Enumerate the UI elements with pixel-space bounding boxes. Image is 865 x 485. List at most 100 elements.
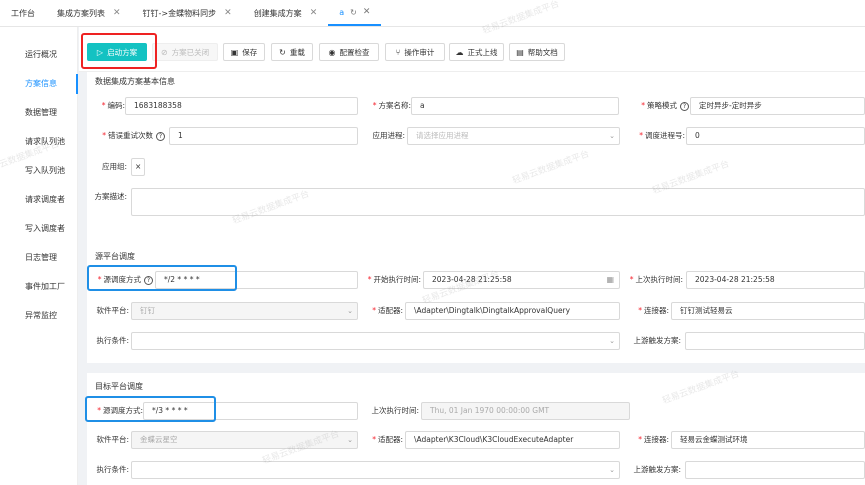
tab-label: 钉钉->金蝶物料同步 <box>142 8 217 18</box>
app-process-select[interactable]: 请选择应用进程 ⌄ <box>407 127 620 145</box>
condition-label: 执行条件: <box>96 336 129 345</box>
sched-process-label: * 调度进程号: <box>639 131 685 140</box>
target-last-time-label: 上次执行时间: <box>371 406 419 415</box>
description-textarea[interactable] <box>131 188 865 216</box>
chevron-down-icon: ⌄ <box>347 436 353 444</box>
app-group-label: 应用组: <box>101 162 127 171</box>
target-platform-section: 目标平台调度 * 源调度方式: */3 * * * * 上次执行时间: Thu, … <box>85 373 865 485</box>
help-icon: ? <box>156 131 165 141</box>
app-group-clear[interactable]: × <box>131 158 145 176</box>
strategy-label: * 策略模式? <box>625 97 689 115</box>
tab-bar: 工作台 集成方案列表 ✕ 钉钉->金蝶物料同步 ✕ 创建集成方案 ✕ a ↻ ✕ <box>0 0 865 27</box>
tab-label: 集成方案列表 <box>57 8 105 18</box>
close-icon[interactable]: ✕ <box>224 8 232 18</box>
close-icon[interactable]: ✕ <box>363 7 371 17</box>
retry-label: * 错误重试次数? <box>89 127 165 145</box>
reload-button[interactable]: ↻ 重载 <box>271 43 313 61</box>
calendar-icon: ▦ <box>606 275 614 284</box>
last-time-label: * 上次执行时间: <box>629 275 683 284</box>
sidebar-item-request-queue[interactable]: 请求队列池 <box>0 132 78 152</box>
tab-label: a <box>339 7 345 17</box>
chevron-down-icon: ⌄ <box>609 132 615 140</box>
connector-label: * 连接器: <box>638 435 669 444</box>
platform-label: 软件平台: <box>96 306 129 315</box>
tab-dingtalk-sync[interactable]: 钉钉->金蝶物料同步 ✕ <box>132 0 243 26</box>
audit-button[interactable]: ⑂ 操作审计 <box>385 43 445 61</box>
adapter-label: * 适配器: <box>372 306 403 315</box>
cloud-icon: ☁ <box>455 47 464 57</box>
strategy-field[interactable]: 定时异步-定时异步 <box>690 97 865 115</box>
tab-label: 工作台 <box>11 8 35 18</box>
reload-icon: ↻ <box>279 47 286 57</box>
save-button[interactable]: ▣ 保存 <box>223 43 265 61</box>
chevron-down-icon: ⌄ <box>347 307 353 315</box>
section-title: 数据集成方案基本信息 <box>95 77 175 86</box>
upstream-field[interactable] <box>685 461 865 479</box>
source-platform-section: 源平台调度 * 源调度方式? */2 * * * * * 开始执行时间: 2023-… <box>87 241 865 363</box>
close-icon[interactable]: ✕ <box>310 8 318 18</box>
eye-icon: ◉ <box>328 47 336 57</box>
condition-select[interactable]: ⌄ <box>131 461 620 479</box>
code-field[interactable]: 1683188358 <box>125 97 358 115</box>
tab-plan-list[interactable]: 集成方案列表 ✕ <box>46 0 132 26</box>
platform-select[interactable]: 钉钉 ⌄ <box>131 302 358 320</box>
close-icon: × <box>135 162 142 171</box>
connector-field[interactable]: 钉钉测试轻易云 <box>671 302 865 320</box>
save-icon: ▣ <box>230 47 239 57</box>
stop-icon: ⊘ <box>160 47 168 57</box>
last-time-field[interactable]: 2023-04-28 21:25:58 <box>686 271 865 289</box>
start-button-highlight <box>81 33 157 69</box>
close-icon[interactable]: ✕ <box>113 8 121 18</box>
retry-field[interactable]: 1 <box>169 127 358 145</box>
sidebar-item-exception-monitor[interactable]: 异常监控 <box>0 306 78 326</box>
platform-label: 软件平台: <box>96 435 129 444</box>
refresh-icon[interactable]: ↻ <box>350 8 357 17</box>
section-title: 源平台调度 <box>95 252 135 261</box>
start-time-field[interactable]: 2023-04-28 21:25:58 ▦ <box>423 271 620 289</box>
sidebar-item-write-queue[interactable]: 写入队列池 <box>0 161 78 181</box>
go-live-button[interactable]: ☁ 正式上线 <box>449 43 504 61</box>
sidebar-item-data-management[interactable]: 数据管理 <box>0 103 78 123</box>
upstream-label: 上游触发方案: <box>633 336 681 345</box>
tab-label: 创建集成方案 <box>253 8 302 18</box>
adapter-label: * 适配器: <box>372 435 403 444</box>
config-check-button[interactable]: ◉ 配置检查 <box>319 43 379 61</box>
condition-select[interactable]: ⌄ <box>131 332 620 350</box>
connector-field[interactable]: 轻易云金蝶测试环境 <box>671 431 865 449</box>
toolbar: ▷ 启动方案 ⊘ 方案已关闭 ▣ 保存 ↻ 重载 ◉ 配置检查 ⑂ 操作审计 ☁ 正式上线 ▤… <box>79 27 865 72</box>
section-title: 目标平台调度 <box>95 382 143 391</box>
tab-workbench[interactable]: 工作台 <box>0 0 46 26</box>
source-mode-highlight <box>87 265 237 291</box>
basic-info-section: 数据集成方案基本信息 * 编码: 1683188358 * 方案名称: a * 策略模… <box>87 72 865 264</box>
condition-label: 执行条件: <box>96 465 129 474</box>
tab-create-plan[interactable]: 创建集成方案 ✕ <box>243 0 329 26</box>
sidebar-item-event-factory[interactable]: 事件加工厂 <box>0 277 78 297</box>
chevron-down-icon: ⌄ <box>609 337 615 345</box>
target-mode-highlight <box>85 396 216 422</box>
sidebar: 运行概况 方案信息 数据管理 请求队列池 写入队列池 请求调度者 写入调度者 日… <box>0 27 78 485</box>
sidebar-item-request-scheduler[interactable]: 请求调度者 <box>0 190 78 210</box>
target-last-time-field: Thu, 01 Jan 1970 00:00:00 GMT <box>421 402 630 420</box>
plan-closed-button[interactable]: ⊘ 方案已关闭 <box>152 43 218 61</box>
adapter-field[interactable]: \Adapter\Dingtalk\DingtalkApprovalQuery <box>405 302 620 320</box>
adapter-field[interactable]: \Adapter\K3Cloud\K3CloudExecuteAdapter <box>405 431 620 449</box>
platform-select[interactable]: 金蝶云星空 ⌄ <box>131 431 358 449</box>
help-doc-button[interactable]: ▤ 帮助文档 <box>509 43 565 61</box>
app-process-label: 应用进程: <box>372 131 405 140</box>
main-content: ▷ 启动方案 ⊘ 方案已关闭 ▣ 保存 ↻ 重载 ◉ 配置检查 ⑂ 操作审计 ☁ 正式上线 ▤… <box>79 27 865 485</box>
name-label: * 方案名称: <box>372 101 411 110</box>
branch-icon: ⑂ <box>395 47 401 57</box>
upstream-label: 上游触发方案: <box>633 465 681 474</box>
sidebar-item-plan-info[interactable]: 方案信息 <box>0 74 78 94</box>
code-label: * 编码: <box>101 101 125 110</box>
sidebar-item-overview[interactable]: 运行概况 <box>0 45 78 65</box>
sched-process-field[interactable]: 0 <box>686 127 865 145</box>
tab-current-plan[interactable]: a ↻ ✕ <box>328 0 382 26</box>
name-field[interactable]: a <box>411 97 619 115</box>
start-time-label: * 开始执行时间: <box>367 275 421 284</box>
desc-label: 方案描述: <box>94 192 127 201</box>
chevron-down-icon: ⌄ <box>609 466 615 474</box>
sidebar-item-write-scheduler[interactable]: 写入调度者 <box>0 219 78 239</box>
upstream-field[interactable] <box>685 332 865 350</box>
sidebar-item-log-management[interactable]: 日志管理 <box>0 248 78 268</box>
